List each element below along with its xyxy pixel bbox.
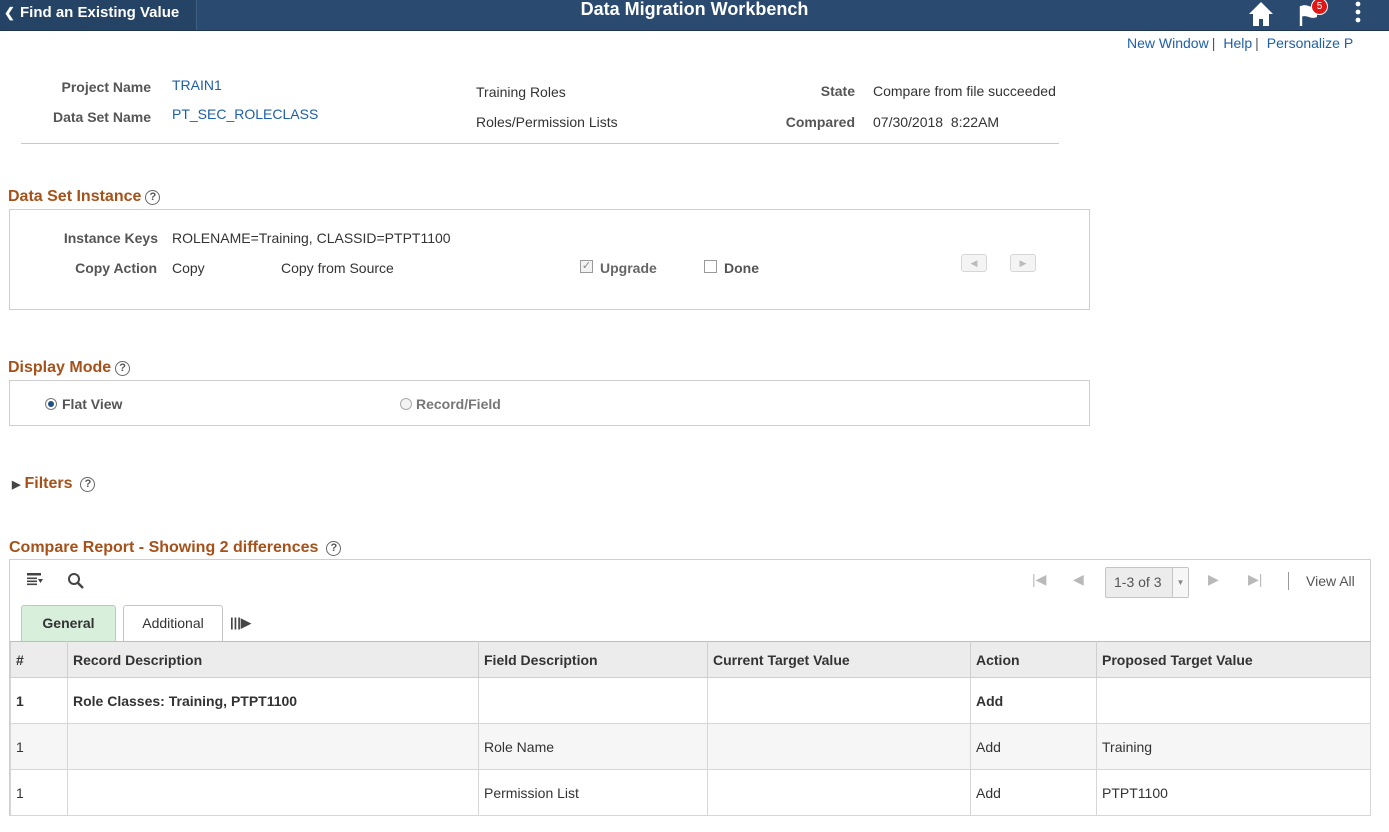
header-bar: ❮ Find an Existing Value Data Migration … xyxy=(0,0,1389,31)
page-title: Data Migration Workbench xyxy=(580,0,809,19)
table-cell: 1 xyxy=(10,769,68,816)
table-cell xyxy=(478,677,708,724)
data-set-instance-panel: Instance Keys ROLENAME=Training, CLASSID… xyxy=(9,209,1090,310)
display-mode-heading: Display Mode? xyxy=(8,359,131,377)
chevron-down-icon: ▼ xyxy=(1172,568,1188,597)
table-cell: Training xyxy=(1096,723,1371,770)
compared-value: 07/30/2018 8:22AM xyxy=(873,114,1000,130)
kebab-menu-icon[interactable] xyxy=(1350,0,1366,28)
project-name-link[interactable]: TRAIN1 xyxy=(172,77,222,93)
search-icon[interactable] xyxy=(67,572,85,590)
help-link[interactable]: Help xyxy=(1223,35,1252,51)
done-label: Done xyxy=(724,260,759,276)
record-field-label: Record/Field xyxy=(416,396,501,412)
next-page-icon[interactable]: ▶ xyxy=(1208,571,1219,588)
view-all-link[interactable]: View All xyxy=(1306,573,1355,589)
data-set-name-label: Data Set Name xyxy=(52,109,151,125)
column-header: Field Description xyxy=(478,641,708,678)
data-set-instance-heading: Data Set Instance? xyxy=(8,188,161,206)
record-field-radio[interactable] xyxy=(400,398,412,410)
instance-keys-label: Instance Keys xyxy=(63,230,158,246)
help-icon[interactable]: ? xyxy=(145,190,161,205)
page-range-select[interactable]: 1-3 of 3 ▼ xyxy=(1105,567,1189,598)
previous-instance-button[interactable]: ◀ xyxy=(961,254,987,272)
table-cell xyxy=(707,677,971,724)
column-header: # xyxy=(10,641,68,678)
table-cell xyxy=(67,723,479,770)
table-cell: Role Classes: Training, PTPT1100 xyxy=(67,677,479,724)
table-cell: Add xyxy=(970,769,1097,816)
copy-source-value: Copy from Source xyxy=(281,260,394,276)
project-name-label: Project Name xyxy=(61,79,151,95)
instance-keys-value: ROLENAME=Training, CLASSID=PTPT1100 xyxy=(172,230,451,246)
state-label: State xyxy=(820,83,855,99)
help-icon[interactable]: ? xyxy=(80,477,96,492)
personalize-page-link[interactable]: Personalize P xyxy=(1267,35,1353,51)
tab-additional[interactable]: Additional xyxy=(123,605,223,642)
state-value: Compare from file succeeded xyxy=(873,83,1056,99)
data-set-name-link[interactable]: PT_SEC_ROLECLASS xyxy=(172,106,318,122)
flat-view-radio[interactable] xyxy=(45,398,57,410)
table-cell: Add xyxy=(970,723,1097,770)
table-row[interactable]: 1 Role Classes: Training, PTPT1100 Add xyxy=(10,677,1371,724)
table-cell: Role Name xyxy=(478,723,708,770)
arrow-right-icon: ▶ xyxy=(1019,258,1027,268)
arrow-left-icon: ◀ xyxy=(970,258,978,268)
table-cell: 1 xyxy=(10,677,68,724)
table-cell: 1 xyxy=(10,723,68,770)
show-all-columns-icon[interactable]: |||▶ xyxy=(230,615,251,631)
next-instance-button[interactable]: ▶ xyxy=(1010,254,1036,272)
previous-page-icon[interactable]: ◀ xyxy=(1073,571,1084,588)
expand-triangle-icon: ▶ xyxy=(12,479,21,491)
summary-divider xyxy=(21,143,1059,144)
table-cell: Permission List xyxy=(478,769,708,816)
table-cell xyxy=(707,723,971,770)
compare-report-heading: Compare Report - Showing 2 differences? xyxy=(9,539,342,557)
copy-action-label: Copy Action xyxy=(75,260,157,276)
table-cell xyxy=(67,769,479,816)
table-row[interactable]: 1 Permission List Add PTPT1100 xyxy=(10,769,1371,816)
table-cell: Add xyxy=(970,677,1097,724)
column-header: Action xyxy=(970,641,1097,678)
table-cell xyxy=(707,769,971,816)
column-header: Record Description xyxy=(67,641,479,678)
first-page-icon[interactable]: |◀ xyxy=(1032,571,1046,588)
flat-view-label: Flat View xyxy=(62,396,123,412)
project-description: Training Roles xyxy=(476,84,566,100)
compare-report-grid: |◀ ◀ 1-3 of 3 ▼ ▶ ▶| View All General Ad… xyxy=(9,559,1371,816)
filters-toggle[interactable]: ▶ Filters? xyxy=(12,475,96,493)
display-mode-panel: Flat View Record/Field xyxy=(9,380,1090,426)
done-checkbox[interactable] xyxy=(704,260,717,273)
column-header: Proposed Target Value xyxy=(1096,641,1371,678)
copy-action-value: Copy xyxy=(172,260,205,276)
last-page-icon[interactable]: ▶| xyxy=(1248,571,1262,588)
compare-report-table: # Record Description Field Description C… xyxy=(10,641,1371,816)
new-window-link[interactable]: New Window xyxy=(1127,35,1209,51)
table-cell xyxy=(1096,677,1371,724)
column-header: Current Target Value xyxy=(707,641,971,678)
home-icon[interactable] xyxy=(1248,0,1274,28)
upgrade-checkbox[interactable]: ✓ xyxy=(580,260,593,273)
tab-general[interactable]: General xyxy=(21,605,116,642)
compared-label: Compared xyxy=(785,114,855,130)
table-row[interactable]: 1 Role Name Add Training xyxy=(10,723,1371,770)
personalize-grid-icon[interactable] xyxy=(26,572,44,588)
help-icon[interactable]: ? xyxy=(326,541,342,556)
top-links: New Window | Help | Personalize P xyxy=(1127,35,1354,51)
table-cell: PTPT1100 xyxy=(1096,769,1371,816)
help-icon[interactable]: ? xyxy=(115,361,131,376)
upgrade-label: Upgrade xyxy=(600,260,657,276)
data-set-description: Roles/Permission Lists xyxy=(476,114,618,130)
table-header-row: # Record Description Field Description C… xyxy=(10,641,1371,678)
